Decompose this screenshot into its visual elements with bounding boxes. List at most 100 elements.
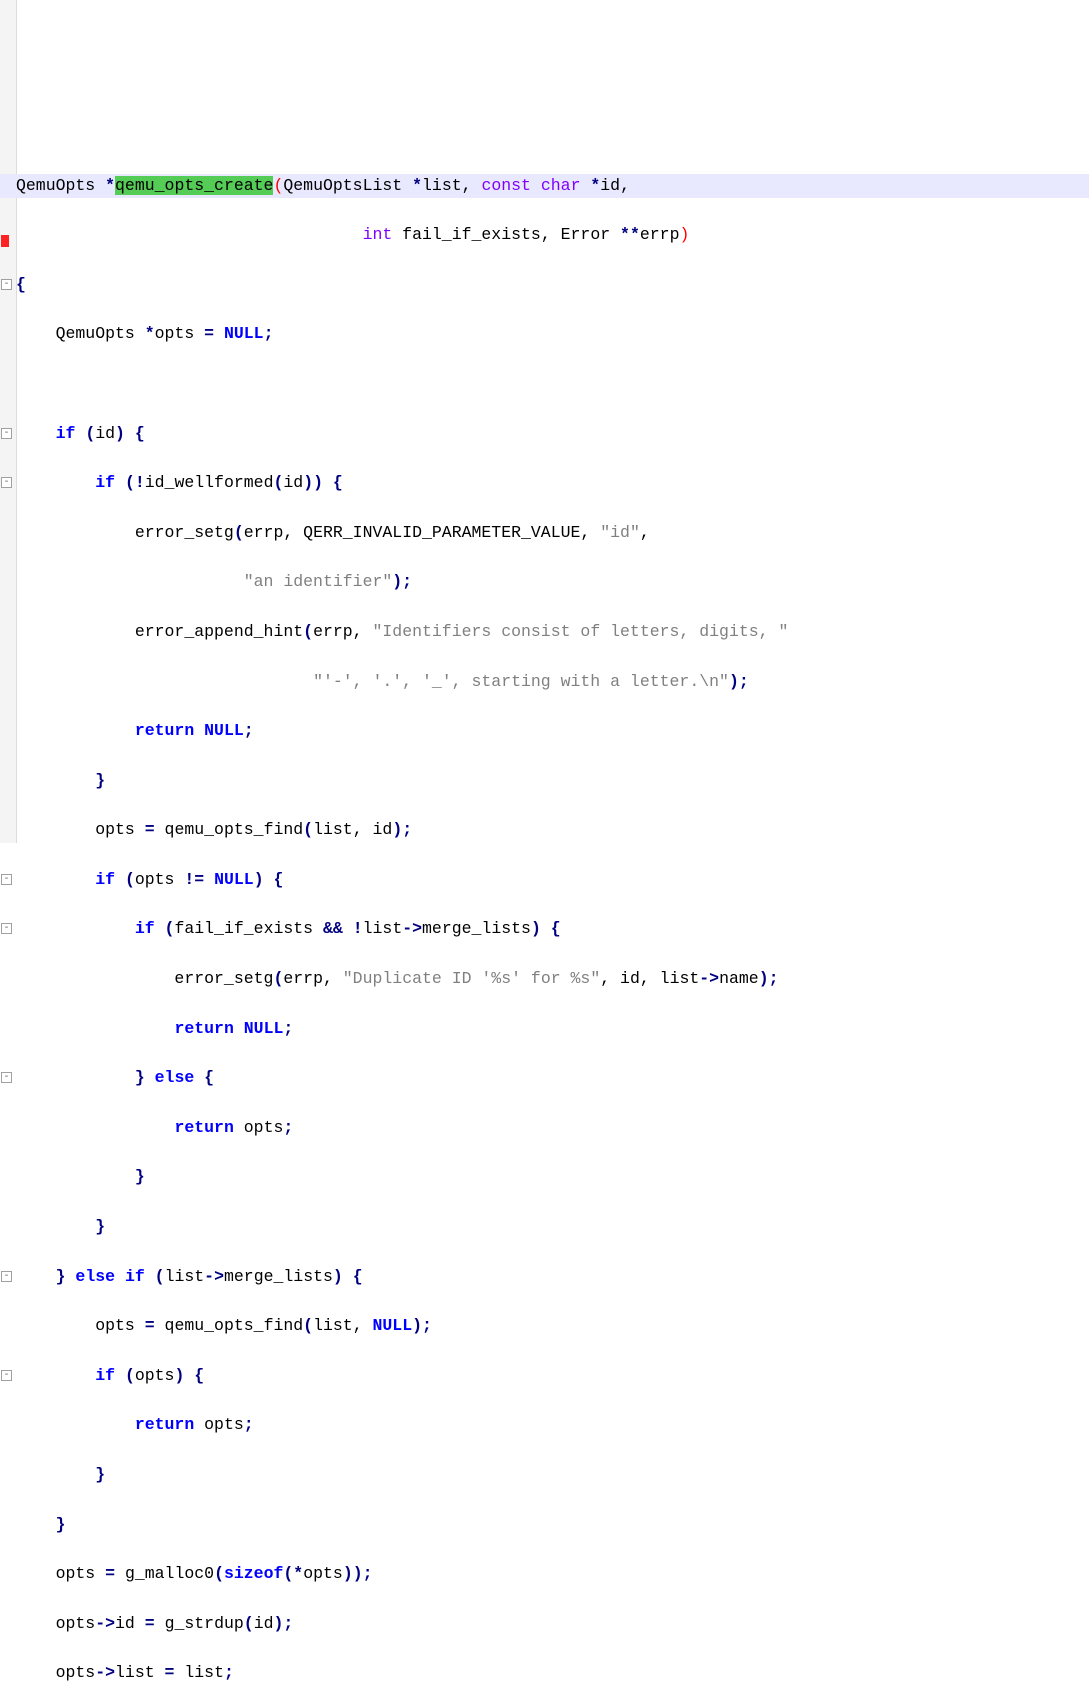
code-line: } — [16, 1463, 1089, 1488]
space — [343, 1267, 353, 1286]
code-line: "an identifier"); — [16, 570, 1089, 595]
paren: ( — [273, 969, 283, 988]
indent — [16, 1267, 56, 1286]
space — [194, 1068, 204, 1087]
paren: (* — [283, 1564, 303, 1583]
indent — [16, 919, 135, 938]
string-token: "id" — [600, 523, 640, 542]
comma: , — [353, 1316, 373, 1335]
fold-gutter — [0, 0, 17, 843]
brace-close: } — [95, 1217, 105, 1236]
indent — [16, 572, 244, 591]
code-line: opts->list = list; — [16, 1661, 1089, 1686]
ident-token: opts — [16, 1663, 95, 1682]
ident-token: QERR_INVALID_PARAMETER_VALUE — [303, 523, 580, 542]
indent — [16, 1515, 56, 1534]
keyword-return: return — [174, 1118, 233, 1137]
keyword-return: return — [174, 1019, 233, 1038]
text: opts — [16, 1316, 145, 1335]
type-token: Error — [561, 225, 620, 244]
space — [125, 424, 135, 443]
keyword-if: if — [125, 1267, 145, 1286]
op-token: = — [204, 324, 224, 343]
keyword-return: return — [135, 1415, 194, 1434]
code-line: - if (opts) { — [16, 1364, 1089, 1389]
ident-token: id — [620, 969, 640, 988]
op-token: * — [105, 176, 115, 195]
code-line: int fail_if_exists, Error **errp) — [16, 223, 1089, 248]
code-line: - } else { — [16, 1066, 1089, 1091]
paren: ) — [254, 870, 264, 889]
code-line: } — [16, 1165, 1089, 1190]
code-line — [16, 372, 1089, 397]
op-token: = — [145, 1316, 165, 1335]
paren: ( — [244, 1614, 254, 1633]
brace-open: { — [274, 870, 284, 889]
fold-marker[interactable]: - — [1, 923, 12, 934]
ident-token: qemu_opts_find — [165, 1316, 304, 1335]
indent — [16, 1167, 135, 1186]
fold-marker[interactable]: - — [1, 477, 12, 488]
op-token: * — [590, 176, 600, 195]
code-line: - } else if (list->merge_lists) { — [16, 1265, 1089, 1290]
space — [66, 1267, 76, 1286]
ident-token: errp — [244, 523, 284, 542]
text: opts — [16, 1564, 105, 1583]
string-token: "Identifiers consist of letters, digits,… — [372, 622, 788, 641]
space — [75, 424, 85, 443]
ident-token: opts — [135, 1366, 175, 1385]
keyword-if: if — [95, 870, 115, 889]
fold-marker[interactable]: - — [1, 874, 12, 885]
space — [115, 1366, 125, 1385]
ident-token: list — [422, 176, 462, 195]
function-name-highlight: qemu_opts_create — [115, 176, 273, 195]
ident-token: opts — [16, 1614, 95, 1633]
op-token: != — [184, 870, 214, 889]
op-token: ! — [135, 473, 145, 492]
ident-token: id — [283, 473, 303, 492]
arrow-token: -> — [95, 1663, 115, 1682]
string-token: "Duplicate ID '%s' for %s" — [343, 969, 600, 988]
code-line: - if (!id_wellformed(id)) { — [16, 471, 1089, 496]
op-token: * — [412, 176, 422, 195]
text: opts — [16, 820, 145, 839]
brace-close: } — [95, 1465, 105, 1484]
code-line: return NULL; — [16, 719, 1089, 744]
keyword-sizeof: sizeof — [224, 1564, 283, 1583]
comma: , — [600, 969, 620, 988]
fold-marker[interactable]: - — [1, 1271, 12, 1282]
code-line: } — [16, 1513, 1089, 1538]
ident-token: opts — [303, 1564, 343, 1583]
fold-marker[interactable]: - — [1, 1072, 12, 1083]
space — [234, 1019, 244, 1038]
code-line: opts->id = g_strdup(id); — [16, 1612, 1089, 1637]
null-token: NULL — [244, 1019, 284, 1038]
brace-open: { — [204, 1068, 214, 1087]
brace-close: } — [135, 1167, 145, 1186]
indent — [16, 1217, 95, 1236]
arrow-token: -> — [95, 1614, 115, 1633]
semi: ; — [283, 1019, 293, 1038]
fold-marker[interactable]: - — [1, 1370, 12, 1381]
code-line: - if (id) { — [16, 422, 1089, 447]
keyword-else: else — [75, 1267, 115, 1286]
space — [115, 473, 125, 492]
bookmark-marker[interactable] — [1, 235, 9, 247]
space — [580, 176, 590, 195]
ident-token: qemu_opts_find — [165, 820, 304, 839]
paren-semi: )); — [343, 1564, 373, 1583]
paren: ) — [531, 919, 541, 938]
semi: ; — [224, 1663, 234, 1682]
keyword-int: int — [363, 225, 393, 244]
paren: ) — [115, 424, 125, 443]
fold-marker[interactable]: - — [1, 279, 12, 290]
fold-marker[interactable]: - — [1, 428, 12, 439]
keyword-return: return — [135, 721, 194, 740]
op-token: = — [165, 1663, 185, 1682]
paren: ( — [125, 473, 135, 492]
space — [194, 721, 204, 740]
ident-token: list — [363, 919, 403, 938]
paren-semi: ); — [729, 672, 749, 691]
comma: , — [462, 176, 482, 195]
ident-token: list — [184, 1663, 224, 1682]
